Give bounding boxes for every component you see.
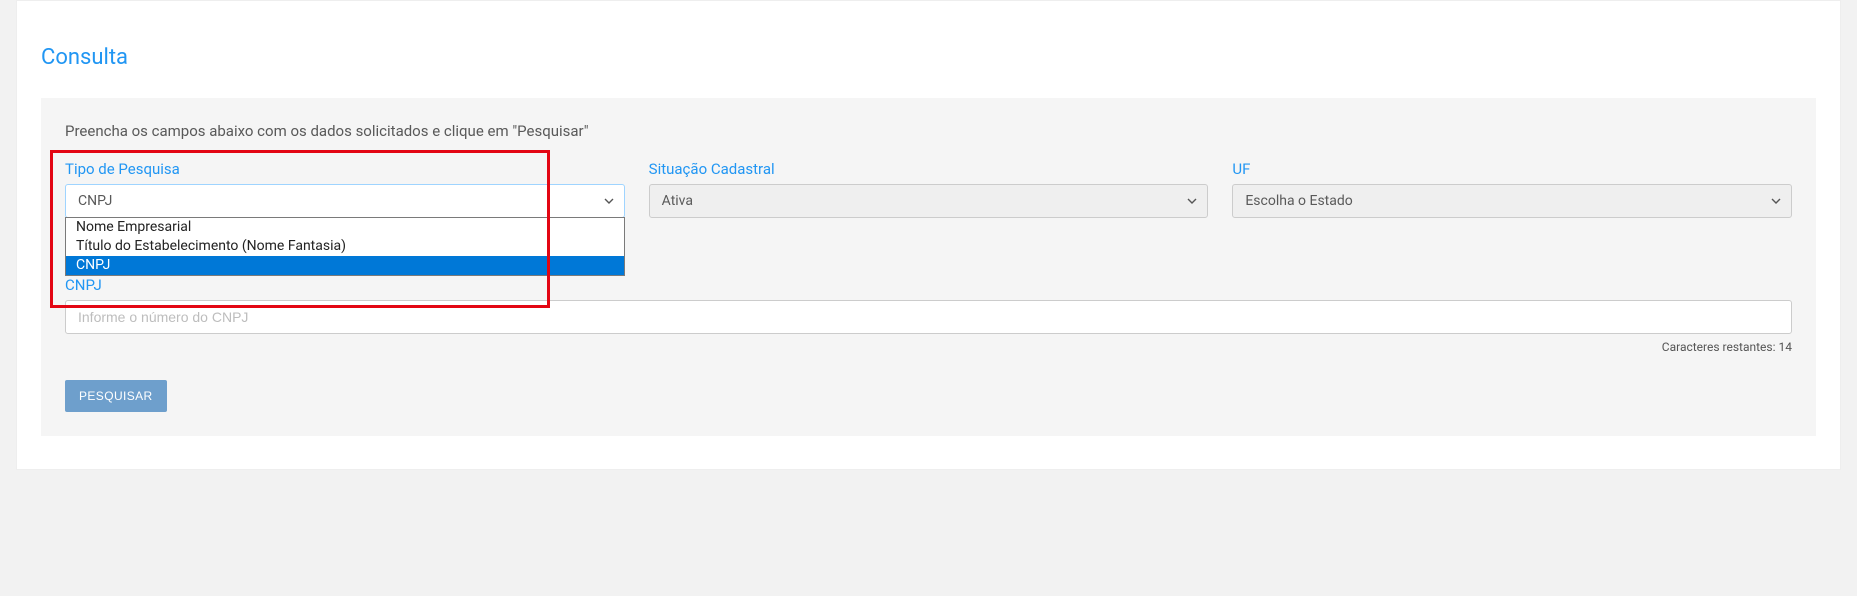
- label-situacao: Situação Cadastral: [649, 160, 1209, 178]
- label-uf: UF: [1232, 160, 1792, 178]
- char-counter-label: Caracteres restantes:: [1662, 340, 1779, 354]
- select-tipo-pesquisa-wrap: CNPJ Nome Empresarial Título do Estabele…: [65, 184, 625, 218]
- field-situacao: Situação Cadastral Ativa: [649, 160, 1209, 218]
- field-uf: UF Escolha o Estado: [1232, 160, 1792, 218]
- cnpj-input[interactable]: [65, 300, 1792, 334]
- char-counter-value: 14: [1779, 340, 1793, 354]
- select-situacao-value: Ativa: [662, 193, 693, 209]
- select-uf[interactable]: Escolha o Estado: [1232, 184, 1792, 218]
- chevron-down-icon: [1770, 195, 1782, 207]
- option-cnpj[interactable]: CNPJ: [66, 256, 624, 275]
- form-panel: Preencha os campos abaixo com os dados s…: [41, 98, 1816, 436]
- label-tipo-pesquisa: Tipo de Pesquisa: [65, 160, 625, 178]
- chevron-down-icon: [1186, 195, 1198, 207]
- select-uf-wrap: Escolha o Estado: [1232, 184, 1792, 218]
- instruction-text: Preencha os campos abaixo com os dados s…: [65, 122, 1792, 140]
- search-button[interactable]: PESQUISAR: [65, 380, 167, 412]
- page-title: Consulta: [41, 45, 1816, 70]
- select-tipo-pesquisa[interactable]: CNPJ: [65, 184, 625, 218]
- select-uf-value: Escolha o Estado: [1245, 193, 1352, 209]
- char-counter: Caracteres restantes: 14: [65, 340, 1792, 354]
- option-nome-fantasia[interactable]: Título do Estabelecimento (Nome Fantasia…: [66, 237, 624, 256]
- select-tipo-pesquisa-value: CNPJ: [78, 193, 112, 209]
- option-nome-empresarial[interactable]: Nome Empresarial: [66, 218, 624, 237]
- select-situacao-wrap: Ativa: [649, 184, 1209, 218]
- form-row-top: Tipo de Pesquisa CNPJ Nome Empresarial T…: [65, 160, 1792, 218]
- chevron-down-icon: [603, 195, 615, 207]
- dropdown-tipo-pesquisa: Nome Empresarial Título do Estabelecimen…: [65, 217, 625, 276]
- select-situacao[interactable]: Ativa: [649, 184, 1209, 218]
- main-card: Consulta Preencha os campos abaixo com o…: [16, 0, 1841, 470]
- field-tipo-pesquisa: Tipo de Pesquisa CNPJ Nome Empresarial T…: [65, 160, 625, 218]
- label-cnpj: CNPJ: [65, 276, 1792, 294]
- field-cnpj-row: CNPJ Caracteres restantes: 14: [65, 276, 1792, 354]
